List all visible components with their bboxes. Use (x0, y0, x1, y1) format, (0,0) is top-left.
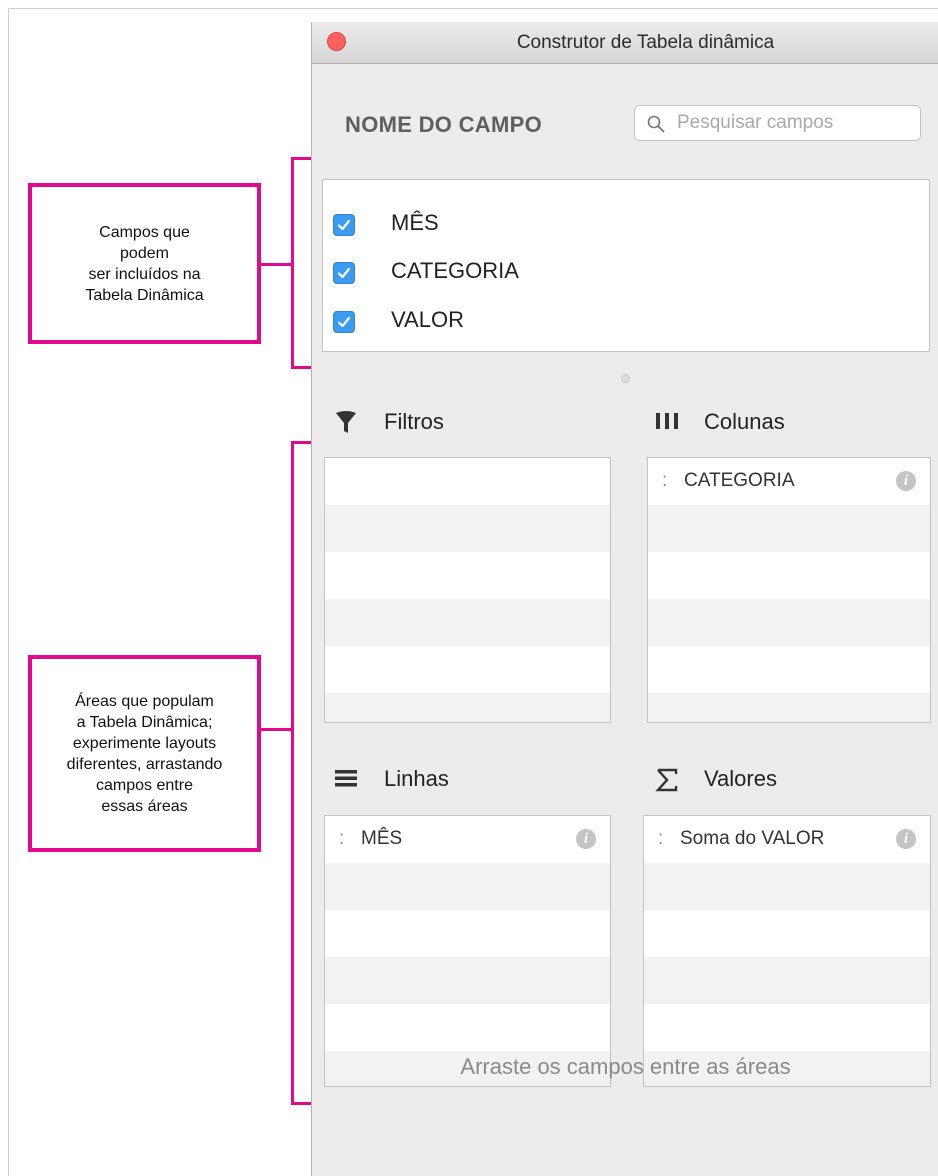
search-input[interactable] (677, 111, 912, 135)
pivot-table-builder-panel: Construtor de Tabela dinâmica NOME DO CA… (311, 22, 938, 1176)
columns-drop-area[interactable]: : CATEGORIA i (647, 457, 931, 723)
values-drop-area[interactable]: : Soma do VALOR i (643, 815, 931, 1087)
field-checkbox-valor[interactable] (333, 311, 355, 333)
values-area-title: Valores (654, 764, 904, 796)
drag-handle-icon[interactable]: : (658, 828, 663, 850)
filter-icon (336, 411, 356, 433)
splitter-handle[interactable] (621, 374, 630, 383)
rows-item-label: MÊS (361, 828, 403, 849)
areas-callout-connector (261, 728, 293, 731)
columns-label: Colunas (704, 409, 785, 434)
field-label-categoria: CATEGORIA (391, 258, 519, 283)
window-titlebar: Construtor de Tabela dinâmica (312, 22, 938, 64)
sigma-icon (655, 768, 678, 792)
filters-label: Filtros (384, 409, 444, 434)
check-icon (337, 267, 351, 279)
field-name-header: NOME DO CAMPO (345, 112, 543, 137)
fields-callout-connector (261, 263, 293, 266)
info-icon[interactable]: i (896, 829, 916, 849)
field-label-valor: VALOR (391, 307, 464, 332)
fields-callout: Campos que podem ser incluídos na Tabela… (28, 183, 261, 344)
rows-drop-area[interactable]: : MÊS i (324, 815, 611, 1087)
search-icon (647, 115, 665, 133)
check-icon (337, 219, 351, 231)
check-icon (337, 316, 351, 328)
columns-item-label: CATEGORIA (684, 470, 795, 491)
rows-icon (335, 770, 357, 787)
drag-handle-icon[interactable]: : (662, 470, 667, 492)
columns-area-title: Colunas (654, 407, 904, 439)
search-field[interactable] (634, 105, 921, 141)
rows-area-title: Linhas (334, 764, 584, 796)
info-icon[interactable]: i (896, 471, 916, 491)
drag-handle-icon[interactable]: : (339, 828, 344, 850)
areas-callout: Áreas que populam a Tabela Dinâmica; exp… (28, 655, 261, 852)
window-title: Construtor de Tabela dinâmica (516, 32, 775, 53)
field-checkbox-mes[interactable] (333, 214, 355, 236)
field-list: MÊS CATEGORIA VALOR (322, 179, 930, 352)
filters-area-title: Filtros (334, 407, 584, 439)
values-item-label: Soma do VALOR (680, 828, 825, 849)
columns-icon (656, 413, 678, 429)
field-checkbox-categoria[interactable] (333, 262, 355, 284)
columns-item-categoria[interactable]: : CATEGORIA i (648, 458, 930, 505)
filters-drop-area[interactable] (324, 457, 611, 723)
values-label: Valores (704, 766, 777, 791)
values-item-soma-do-valor[interactable]: : Soma do VALOR i (644, 816, 930, 863)
rows-item-mes[interactable]: : MÊS i (325, 816, 610, 863)
info-icon[interactable]: i (576, 829, 596, 849)
drag-hint-text: Arraste os campos entre as áreas (460, 1054, 791, 1079)
field-label-mes: MÊS (391, 210, 439, 235)
rows-label: Linhas (384, 766, 449, 791)
